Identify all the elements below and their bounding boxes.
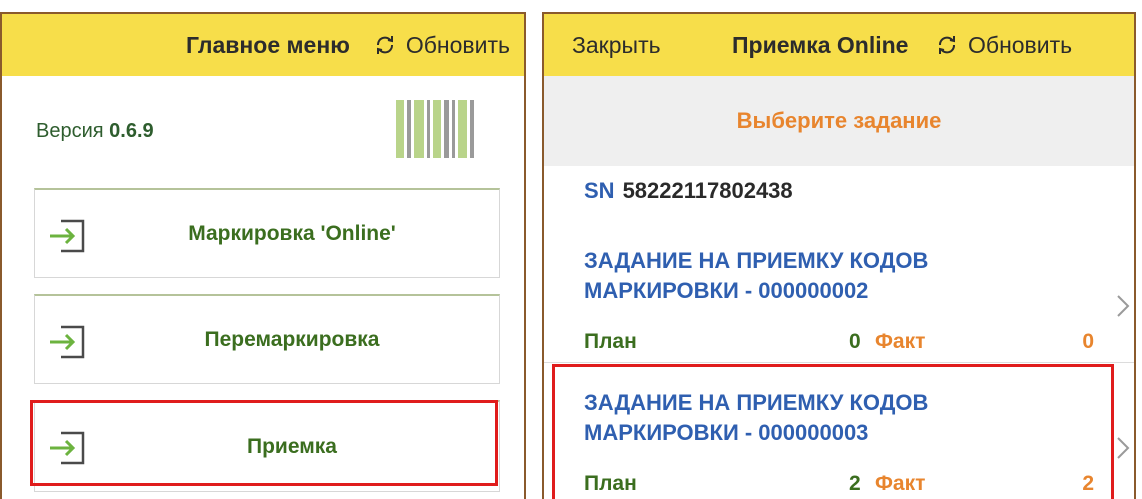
task-name-line2: МАРКИРОВКИ - 000000002 [584, 278, 869, 303]
task-name-line1: ЗАДАНИЕ НА ПРИЕМКУ КОДОВ [584, 248, 929, 273]
refresh-button[interactable]: Обновить [372, 32, 510, 59]
sn-value: 58222117802438 [622, 178, 793, 203]
receiving-topbar: Закрыть Приемка Online Обновить [544, 14, 1134, 76]
refresh-icon [939, 36, 955, 54]
menu-item-label: Маркировка 'Online' [188, 221, 396, 245]
chevron-right-icon [1117, 295, 1130, 317]
version-info: Версия 0.6.9 [36, 120, 154, 143]
page-title: Приемка Online [732, 31, 909, 58]
page-title: Главное меню [185, 31, 350, 58]
plan-value: 0 [849, 330, 861, 353]
task-name: ЗАДАНИЕ НА ПРИЕМКУ КОДОВ МАРКИРОВКИ - 00… [584, 246, 1044, 306]
menu-item-label: Перемаркировка [204, 327, 380, 351]
receiving-screen: Закрыть Приемка Online Обновить Выберите… [542, 12, 1136, 499]
fact-value: 0 [1082, 330, 1094, 353]
task-item[interactable]: ЗАДАНИЕ НА ПРИЕМКУ КОДОВ МАРКИРОВКИ - 00… [544, 246, 1134, 358]
refresh-button[interactable]: Обновить [934, 32, 1072, 59]
login-arrow-icon [50, 325, 85, 359]
refresh-icon [376, 36, 393, 54]
version-value: 0.6.9 [109, 120, 154, 142]
main-menu-topbar: Главное меню Обновить [2, 14, 524, 76]
serial-number: SN 58222117802438 [584, 178, 793, 204]
barcode-icon [396, 100, 482, 158]
plan-label: План [584, 330, 637, 353]
fact-label: Факт [875, 330, 926, 353]
highlight-box [552, 364, 1114, 499]
main-menu-screen: Главное меню Обновить Версия 0.6.9 Марки… [0, 12, 526, 499]
select-task-header: Выберите задание [544, 76, 1134, 166]
sn-label: SN [584, 178, 615, 203]
login-arrow-icon [50, 219, 85, 253]
refresh-label: Обновить [405, 31, 510, 58]
version-label: Версия [36, 120, 104, 142]
menu-item-remarking[interactable]: Перемаркировка [34, 294, 500, 384]
close-button[interactable]: Закрыть [572, 32, 661, 59]
chevron-right-icon [1117, 437, 1130, 459]
divider [544, 362, 1134, 363]
highlight-box [30, 400, 498, 486]
refresh-label: Обновить [968, 31, 1073, 58]
menu-item-marking-online[interactable]: Маркировка 'Online' [34, 188, 500, 278]
